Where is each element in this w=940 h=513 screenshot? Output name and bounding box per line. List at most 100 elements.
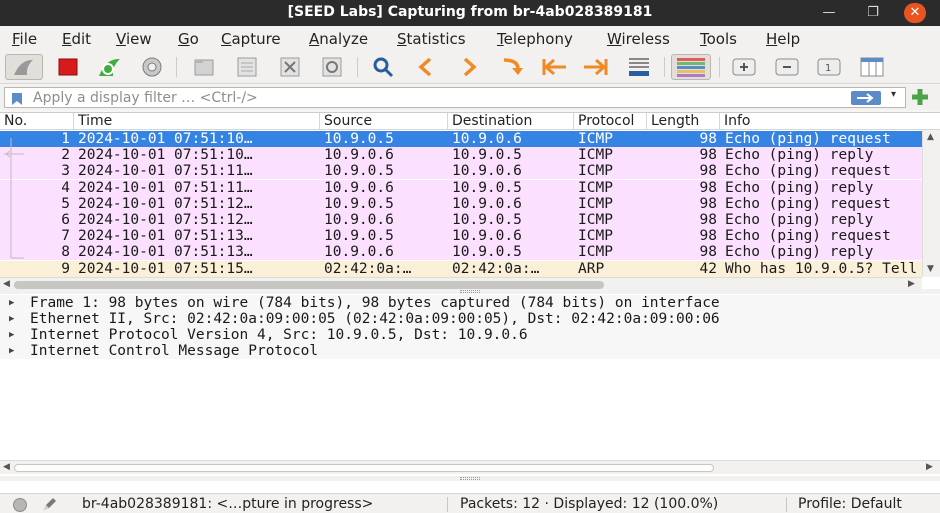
open-file-icon[interactable] — [190, 54, 218, 80]
packet-row[interactable]: 3 2024-10-01 07:51:11… 10.9.0.5 10.9.0.6 ICM… — [0, 163, 922, 180]
expert-info-icon[interactable] — [13, 498, 27, 512]
cell-dst: 10.9.0.5 — [452, 244, 522, 261]
menu-view[interactable]: View — [116, 30, 152, 48]
cell-info: Echo (ping) request — [725, 195, 891, 212]
menu-tools[interactable]: Tools — [700, 30, 737, 48]
packet-row[interactable]: 7 2024-10-01 07:51:13… 10.9.0.5 10.9.0.6 ICM… — [0, 228, 922, 245]
col-header-no[interactable]: No. — [0, 113, 74, 130]
col-header-info[interactable]: Info — [720, 113, 940, 130]
detail-text: Ethernet II, Src: 02:42:0a:09:00:05 (02:… — [30, 311, 720, 327]
detail-ipv4[interactable]: ▶ Internet Protocol Version 4, Src: 10.9… — [0, 327, 940, 343]
scroll-down-icon[interactable]: ▼ — [927, 264, 934, 274]
detail-ethernet[interactable]: ▶ Ethernet II, Src: 02:42:0a:09:00:05 (0… — [0, 311, 940, 327]
detail-frame[interactable]: ▶ Frame 1: 98 bytes on wire (784 bits), … — [0, 295, 940, 311]
reload-file-icon[interactable] — [318, 54, 346, 80]
menu-file[interactable]: File — [12, 30, 37, 48]
hscroll-thumb[interactable] — [14, 281, 604, 289]
maximize-button[interactable]: ❐ — [862, 3, 884, 23]
restart-capture-icon[interactable] — [95, 54, 123, 80]
packet-row[interactable]: 5 2024-10-01 07:51:12… 10.9.0.5 10.9.0.6 ICM… — [0, 195, 922, 212]
col-header-destination[interactable]: Destination — [448, 113, 574, 130]
packet-row[interactable]: 1 2024-10-01 07:51:10… 10.9.0.5 10.9.0.6 ICM… — [0, 131, 922, 147]
minimize-button[interactable]: — — [818, 3, 840, 23]
cell-len: 98 — [699, 163, 717, 180]
cell-info: Echo (ping) reply — [725, 179, 874, 196]
menu-capture[interactable]: Capture — [221, 30, 281, 48]
window-title: [SEED Labs] Capturing from br-4ab0283891… — [287, 4, 653, 20]
packet-list-vscrollbar[interactable]: ▲ ▼ — [922, 130, 940, 277]
menu-go[interactable]: Go — [178, 30, 199, 48]
scroll-left-icon[interactable]: ◀ — [3, 279, 10, 289]
detail-text: Internet Protocol Version 4, Src: 10.9.0… — [30, 327, 528, 343]
filter-placeholder: Apply a display filter … <Ctrl-/> — [33, 90, 258, 106]
packet-row[interactable]: 9 2024-10-01 07:51:15… 02:42:0a:… 02:42:0a:… — [0, 260, 922, 277]
autoscroll-icon[interactable] — [625, 54, 653, 80]
save-file-icon[interactable] — [233, 54, 261, 80]
first-packet-icon[interactable] — [540, 54, 568, 80]
scroll-right-icon[interactable]: ▶ — [926, 462, 933, 472]
cell-src: 10.9.0.5 — [324, 163, 394, 180]
cell-time: 2024-10-01 07:51:12… — [78, 212, 253, 228]
scroll-right-icon[interactable]: ▶ — [908, 279, 915, 289]
menu-telephony[interactable]: Telephony — [497, 30, 573, 48]
expand-arrow-icon[interactable]: ▶ — [9, 311, 14, 327]
go-back-icon[interactable] — [412, 54, 440, 80]
cell-src: 10.9.0.6 — [324, 244, 394, 261]
last-packet-icon[interactable] — [582, 54, 610, 80]
cell-len: 98 — [699, 179, 717, 196]
normal-size-icon[interactable]: 1 — [815, 54, 843, 80]
hscroll-thumb[interactable] — [14, 464, 714, 472]
shark-fin-start-icon[interactable] — [5, 54, 43, 80]
col-header-protocol[interactable]: Protocol — [574, 113, 647, 130]
go-to-packet-icon[interactable] — [498, 54, 526, 80]
scroll-up-icon[interactable]: ▲ — [927, 132, 934, 142]
close-button[interactable]: ✕ — [904, 3, 926, 23]
cell-len: 98 — [699, 147, 717, 164]
menu-statistics[interactable]: Statistics — [397, 30, 466, 48]
packet-row[interactable]: 2 2024-10-01 07:51:10… 10.9.0.6 10.9.0.5 ICM… — [0, 147, 922, 164]
cell-info: Echo (ping) request — [725, 228, 891, 245]
packet-row[interactable]: 8 2024-10-01 07:51:13… 10.9.0.6 10.9.0.5 ICM… — [0, 244, 922, 261]
packet-row[interactable]: 6 2024-10-01 07:51:12… 10.9.0.6 10.9.0.5 ICM… — [0, 212, 922, 228]
menu-edit[interactable]: Edit — [62, 30, 91, 48]
detail-icmp[interactable]: ▶ Internet Control Message Protocol — [0, 343, 940, 359]
cell-time: 2024-10-01 07:51:15… — [78, 260, 253, 277]
expand-arrow-icon[interactable]: ▶ — [9, 343, 14, 359]
col-header-source[interactable]: Source — [320, 113, 448, 130]
cell-time: 2024-10-01 07:51:10… — [78, 131, 253, 147]
filter-history-dropdown[interactable]: ▾ — [891, 89, 896, 100]
bookmark-icon[interactable] — [11, 91, 23, 110]
packet-row[interactable]: 4 2024-10-01 07:51:11… 10.9.0.6 10.9.0.5 ICM… — [0, 179, 922, 196]
menu-bar: File Edit View Go Capture Analyze Statis… — [0, 26, 940, 51]
display-filter-input[interactable]: Apply a display filter … <Ctrl-/> ▾ — [4, 87, 906, 108]
cell-dst: 10.9.0.6 — [452, 163, 522, 180]
find-packet-icon[interactable] — [369, 54, 397, 80]
zoom-out-icon[interactable] — [773, 54, 801, 80]
capture-options-icon[interactable] — [138, 54, 166, 80]
expand-arrow-icon[interactable]: ▶ — [9, 327, 14, 343]
colorize-icon[interactable] — [671, 54, 711, 80]
menu-analyze[interactable]: Analyze — [309, 30, 368, 48]
col-header-time[interactable]: Time — [74, 113, 320, 130]
capture-comment-icon[interactable] — [42, 496, 58, 513]
cell-dst: 10.9.0.5 — [452, 212, 522, 228]
col-header-length[interactable]: Length — [647, 113, 720, 130]
cell-len: 98 — [699, 131, 717, 147]
expand-arrow-icon[interactable]: ▶ — [9, 295, 14, 311]
status-profile[interactable]: Profile: Default — [798, 496, 902, 512]
resize-columns-icon[interactable] — [858, 54, 886, 80]
details-hscrollbar[interactable]: ◀ ▶ — [0, 460, 940, 474]
packet-details: ▶ Frame 1: 98 bytes on wire (784 bits), … — [0, 294, 940, 476]
add-filter-button-icon[interactable] — [910, 87, 930, 111]
go-forward-icon[interactable] — [455, 54, 483, 80]
apply-filter-arrow-icon[interactable] — [851, 91, 881, 105]
menu-wireless[interactable]: Wireless — [607, 30, 670, 48]
scroll-left-icon[interactable]: ◀ — [3, 462, 10, 472]
zoom-in-icon[interactable] — [730, 54, 758, 80]
menu-help[interactable]: Help — [766, 30, 800, 48]
cell-dst: 10.9.0.6 — [452, 131, 522, 147]
close-file-icon[interactable] — [276, 54, 304, 80]
stop-capture-icon[interactable] — [54, 54, 82, 80]
cell-src: 10.9.0.6 — [324, 179, 394, 196]
main-toolbar: 1 — [0, 51, 940, 84]
